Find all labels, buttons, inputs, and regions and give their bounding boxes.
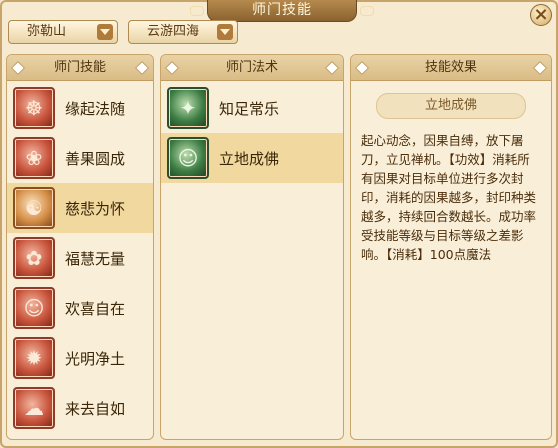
skill-label: 善果圆成: [65, 149, 126, 168]
skill-item[interactable]: ❀ 善果圆成: [7, 133, 153, 183]
skill-label: 慈悲为怀: [65, 199, 126, 218]
effect-panel-header: 技能效果: [351, 55, 551, 81]
branch-dropdown-value: 云游四海: [147, 24, 200, 39]
effect-description: 起心动念，因果自缚，放下屠刀，立见禅机。【功效】消耗所有因果对目标单位进行多次封…: [361, 133, 537, 262]
skills-list: ☸ 缘起法随 ❀ 善果圆成 ☯ 慈悲为怀 ✿ 福慧无量 ☺ 欢喜自在 ✹ 光明净土 ☁ 来去自如: [7, 81, 153, 433]
close-button[interactable]: ×: [530, 4, 552, 26]
method-label: 立地成佛: [219, 149, 280, 168]
sect-skills-window: 师门技能 × 弥勒山 云游四海 师门技能 ☸ 缘起法随 ❀ 善果圆成 ☯ 慈悲为怀 ✿ 福慧无…: [0, 0, 558, 448]
method-icon-lidi[interactable]: ☺: [167, 137, 209, 179]
skill-item[interactable]: ☁ 来去自如: [7, 383, 153, 433]
method-icon-zhizu[interactable]: ✦: [167, 87, 209, 129]
skill-item[interactable]: ✹ 光明净土: [7, 333, 153, 383]
skill-label: 缘起法随: [65, 99, 126, 118]
skill-icon-cibei[interactable]: ☯: [13, 187, 55, 229]
chevron-down-icon: [217, 24, 233, 40]
skill-item[interactable]: ✿ 福慧无量: [7, 233, 153, 283]
skill-label: 欢喜自在: [65, 299, 126, 318]
skill-label: 福慧无量: [65, 249, 126, 268]
skill-icon-yuanqi[interactable]: ☸: [13, 87, 55, 129]
methods-panel-header: 师门法术: [161, 55, 343, 81]
skill-label: 来去自如: [65, 399, 126, 418]
chevron-down-icon: [97, 24, 113, 40]
skill-icon-fuhui[interactable]: ✿: [13, 237, 55, 279]
effect-panel: 技能效果 立地成佛 起心动念，因果自缚，放下屠刀，立见禅机。【功效】消耗所有因果…: [350, 54, 552, 440]
skills-panel-header: 师门技能: [7, 55, 153, 81]
method-item[interactable]: ☺ 立地成佛: [161, 133, 343, 183]
branch-dropdown[interactable]: 云游四海: [128, 20, 238, 44]
method-item[interactable]: ✦ 知足常乐: [161, 83, 343, 133]
skill-icon-laiqu[interactable]: ☁: [13, 387, 55, 429]
skill-icon-shanguo[interactable]: ❀: [13, 137, 55, 179]
skill-label: 光明净土: [65, 349, 126, 368]
methods-panel: 师门法术 ✦ 知足常乐 ☺ 立地成佛: [160, 54, 344, 440]
sect-dropdown-value: 弥勒山: [27, 24, 67, 39]
window-title: 师门技能: [190, 0, 374, 22]
sect-dropdown[interactable]: 弥勒山: [8, 20, 118, 44]
methods-list: ✦ 知足常乐 ☺ 立地成佛: [161, 81, 343, 183]
skill-item[interactable]: ☯ 慈悲为怀: [7, 183, 153, 233]
skill-icon-huanxi[interactable]: ☺: [13, 287, 55, 329]
effect-skill-name: 立地成佛: [376, 93, 526, 119]
skill-item[interactable]: ☸ 缘起法随: [7, 83, 153, 133]
skills-panel: 师门技能 ☸ 缘起法随 ❀ 善果圆成 ☯ 慈悲为怀 ✿ 福慧无量 ☺ 欢喜自在 ✹ 光明净土 ☁ 来去自如: [6, 54, 154, 440]
method-label: 知足常乐: [219, 99, 280, 118]
skill-item[interactable]: ☺ 欢喜自在: [7, 283, 153, 333]
skill-icon-guangming[interactable]: ✹: [13, 337, 55, 379]
